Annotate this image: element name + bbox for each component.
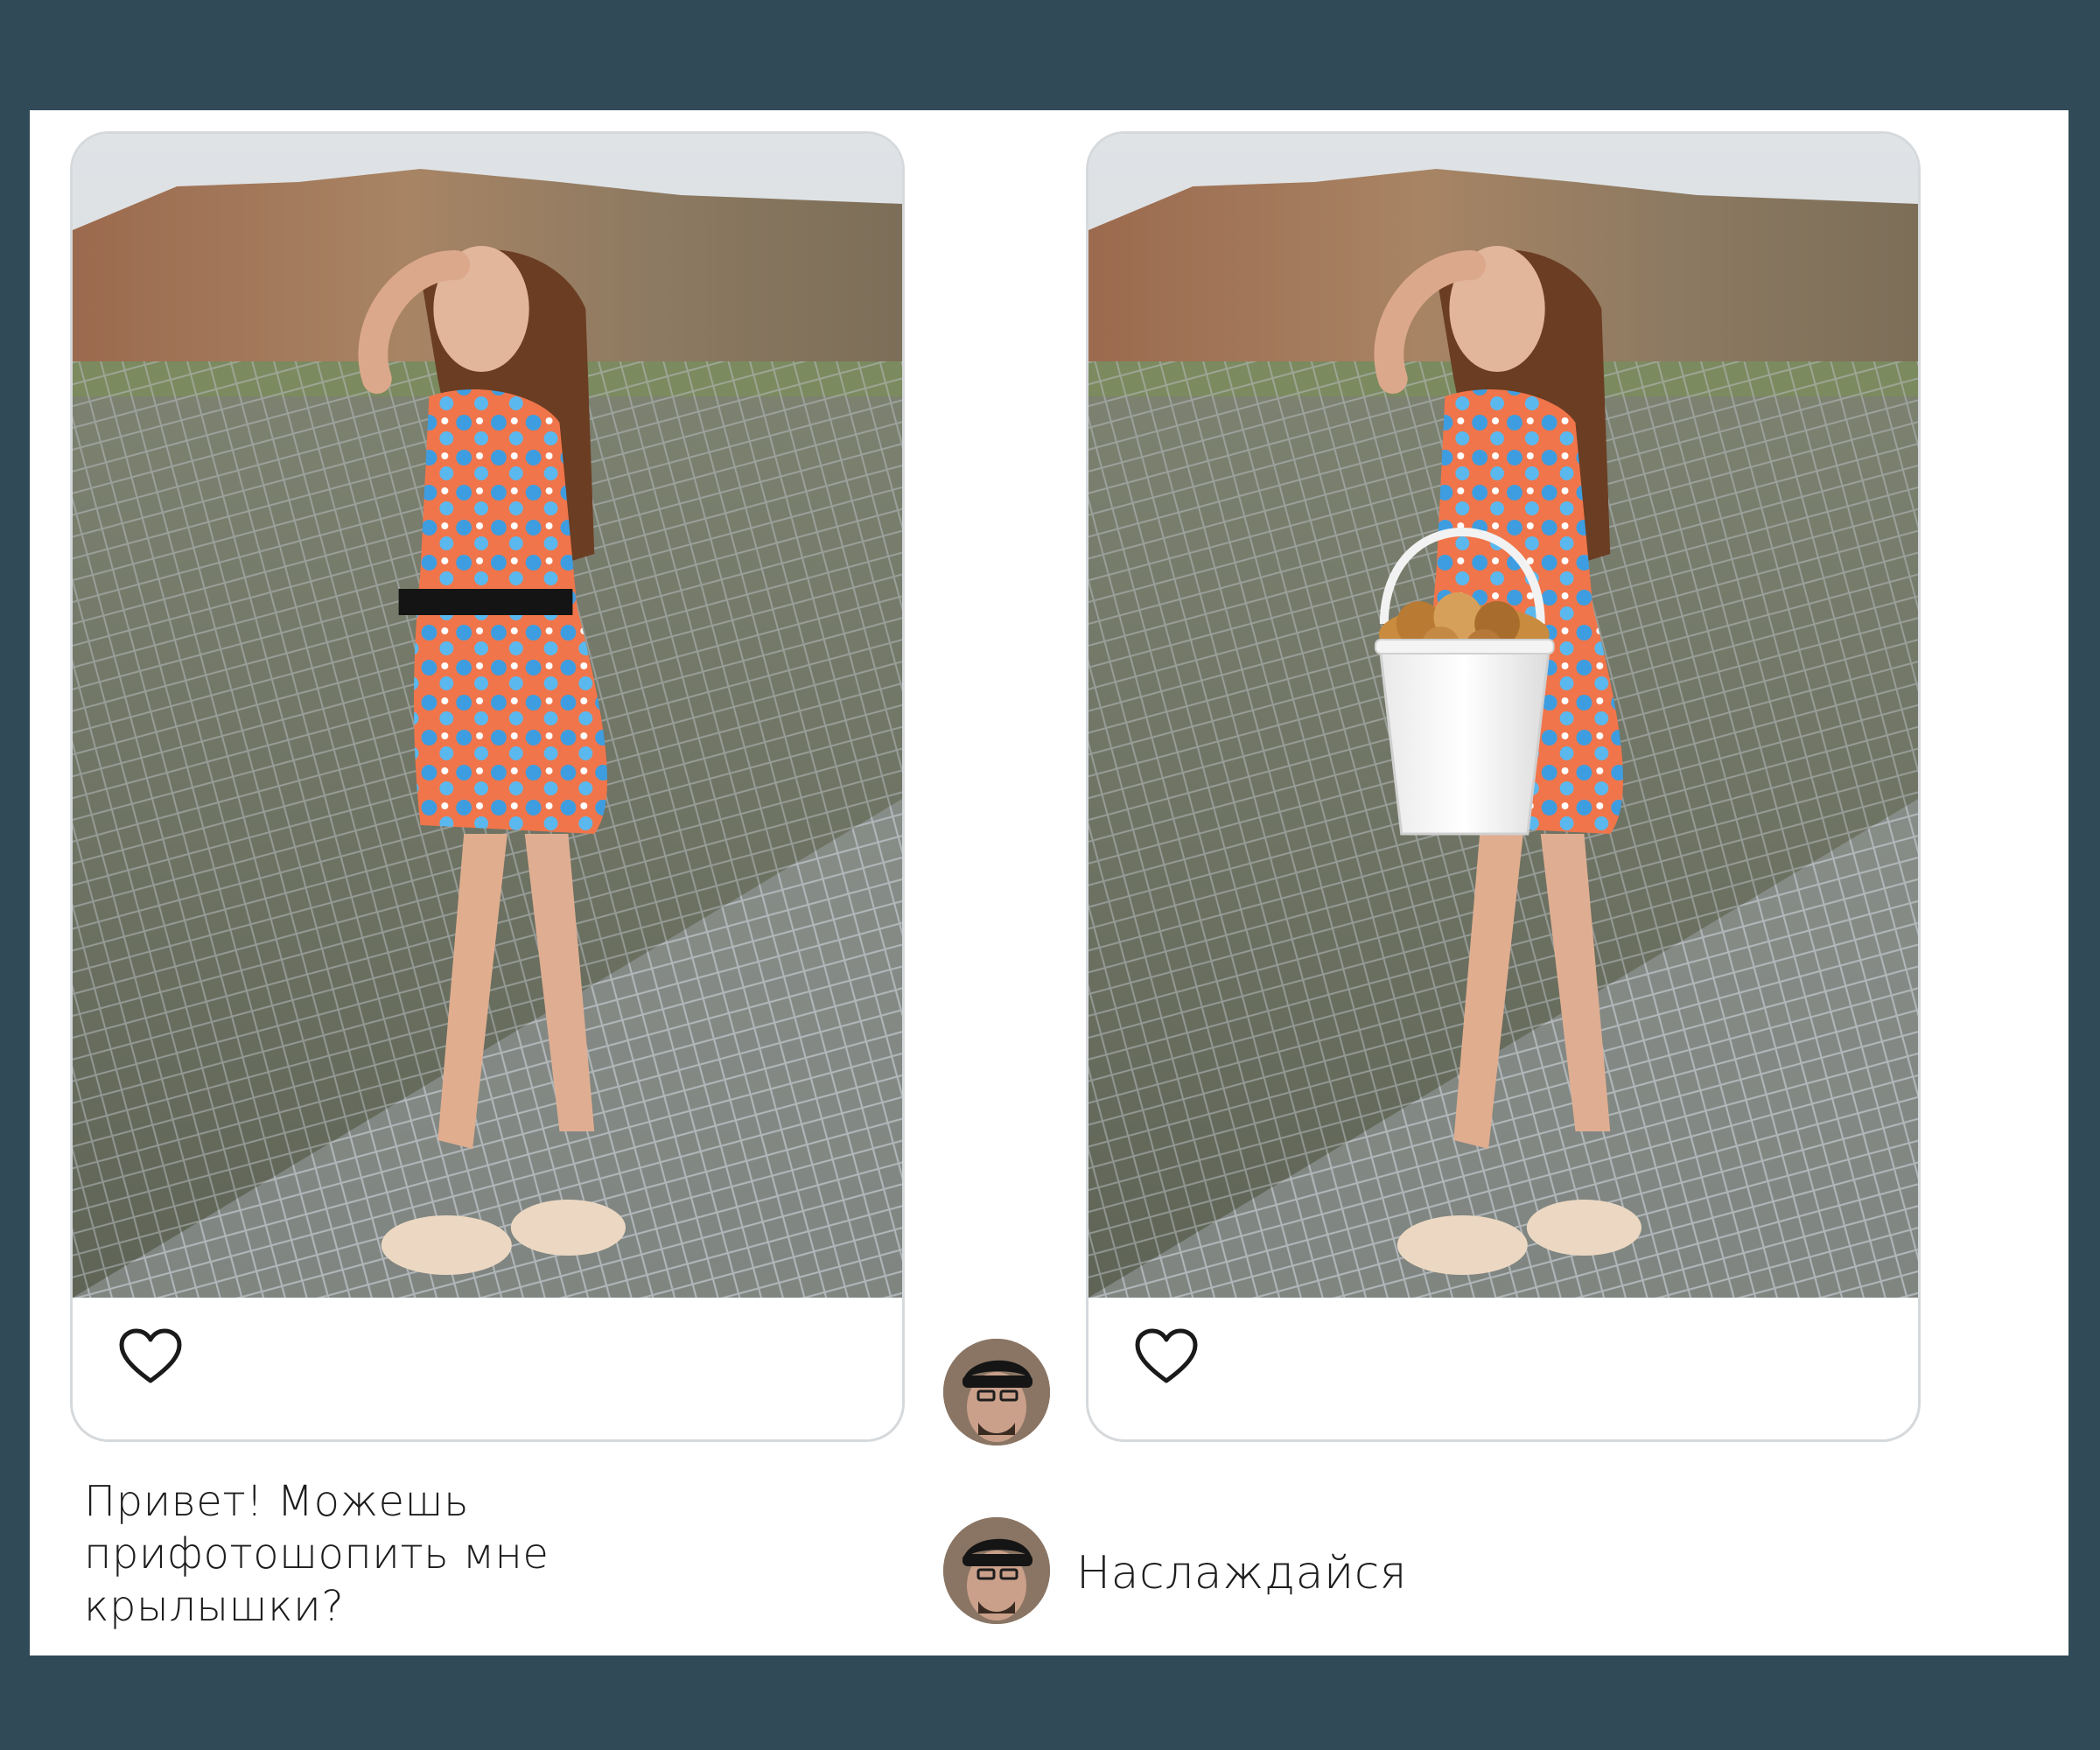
meme-panel: Привет! Можешь прифотошопить мне крылышк… <box>30 110 2068 1656</box>
post-card-edited <box>1086 131 1921 1442</box>
avatar[interactable] <box>943 1517 1050 1624</box>
heart-outline-icon[interactable] <box>118 1328 183 1384</box>
post-photo-original[interactable] <box>73 134 902 1298</box>
avatar[interactable] <box>943 1339 1050 1446</box>
post-card-original <box>70 131 905 1442</box>
reply-message: Наслаждайся <box>1076 1547 1408 1600</box>
request-message: Привет! Можешь прифотошопить мне крылышк… <box>84 1477 550 1631</box>
post-photo-edited[interactable] <box>1088 134 1918 1298</box>
heart-outline-icon[interactable] <box>1134 1328 1199 1384</box>
